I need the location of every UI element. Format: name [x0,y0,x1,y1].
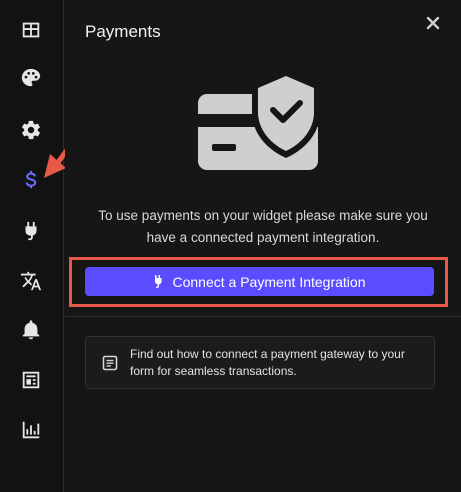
divider [65,316,461,317]
info-card[interactable]: Find out how to connect a payment gatewa… [85,336,435,389]
sidebar-item-notifications[interactable] [12,311,50,349]
bar-chart-icon [22,421,40,439]
secure-card-icon [198,72,320,170]
newspaper-icon [22,371,40,389]
document-icon [102,355,118,371]
sidebar-item-layout[interactable] [12,11,50,49]
bell-icon [22,320,40,340]
integration-required-message: To use payments on your widget please ma… [98,208,428,245]
sidebar-item-analytics[interactable] [12,411,50,449]
sidebar [0,0,64,492]
sidebar-item-translations[interactable] [12,262,50,300]
plug-icon [155,274,162,288]
gear-icon [22,120,40,140]
sidebar-item-submissions[interactable] [12,361,50,399]
layout-grid-icon [22,22,40,38]
sidebar-item-integrations[interactable] [12,212,50,250]
info-text: Find out how to connect a payment gatewa… [130,347,405,378]
palette-icon [21,68,41,87]
sidebar-item-design[interactable] [12,59,50,97]
payments-panel: Payments To use payments on your widget … [65,0,461,492]
dollar-icon [25,170,37,189]
connect-payment-integration-button[interactable]: Connect a Payment Integration [85,267,434,296]
translate-icon [20,271,42,291]
connect-button-label: Connect a Payment Integration [172,273,366,290]
plug-icon [25,221,37,241]
close-icon [426,16,440,30]
panel-title: Payments [85,22,161,41]
close-button[interactable] [422,12,444,34]
